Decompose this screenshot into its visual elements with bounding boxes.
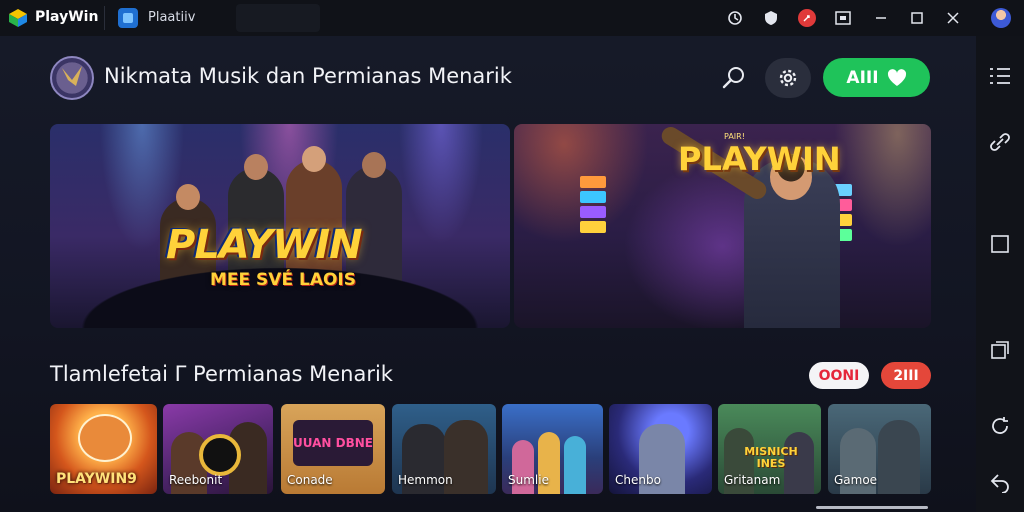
rotate-icon[interactable] — [988, 414, 1012, 438]
card-label: PLAYWIN9 — [56, 471, 137, 487]
filter-pill[interactable]: 2III — [881, 362, 931, 389]
minimize-icon[interactable] — [871, 8, 891, 28]
side-toolbar — [976, 36, 1024, 512]
banner-logo: PLAYWIN — [166, 222, 363, 268]
menu-icon[interactable] — [988, 64, 1012, 88]
card-label: Reebonit — [169, 473, 223, 487]
cta-label: AIII — [846, 67, 879, 88]
app-logo-icon — [9, 9, 27, 27]
settings-button[interactable] — [765, 58, 811, 98]
card-label: Hemmon — [398, 473, 453, 487]
game-card[interactable]: UUAN DBNE Conade — [281, 404, 385, 494]
hero-banner-guitarist[interactable]: PAIR! PLAYWIN — [514, 124, 931, 328]
search-icon[interactable] — [720, 64, 748, 92]
game-card[interactable]: Gamoe — [828, 404, 931, 494]
user-avatar[interactable] — [991, 8, 1011, 28]
window-icon[interactable] — [988, 232, 1012, 256]
screenshot-icon[interactable] — [833, 8, 853, 28]
card-label: Conade — [287, 473, 333, 487]
heart-icon — [887, 68, 906, 86]
card-badge: MISNICH INES — [744, 445, 798, 470]
card-label: Sumlie — [508, 473, 549, 487]
card-label: Chenbo — [615, 473, 661, 487]
game-card[interactable]: PLAYWIN9 — [50, 404, 157, 494]
empty-tab[interactable] — [236, 4, 320, 32]
stage-screens — [580, 176, 606, 236]
tab-divider — [104, 6, 105, 30]
card-badge: UUAN DBNE — [293, 420, 373, 466]
card-label: Gritanam — [724, 473, 781, 487]
page-title: Nikmata Musik dan Permianas Menarik — [104, 64, 512, 88]
banner-subtitle: MEE SVÉ LAOIS — [210, 270, 357, 290]
tab-title[interactable]: Plaatiiv — [148, 10, 195, 25]
back-icon[interactable] — [988, 470, 1012, 494]
section-title: Tlamlefetai Γ Permianas Menarik — [50, 362, 393, 386]
maximize-icon[interactable] — [907, 8, 927, 28]
game-card[interactable]: Hemmon — [392, 404, 496, 494]
record-icon[interactable] — [798, 9, 816, 27]
card-label: Gamoe — [834, 473, 878, 487]
gear-icon — [779, 69, 797, 87]
title-bar: PlayWin Plaatiiv — [0, 0, 1024, 36]
app-name: PlayWin — [35, 9, 99, 25]
layers-icon[interactable] — [988, 338, 1012, 362]
timer-icon[interactable] — [725, 8, 745, 28]
crowd-silhouette — [50, 258, 510, 328]
game-logo-icon — [50, 56, 94, 100]
game-card[interactable]: Chenbo — [609, 404, 712, 494]
tab-app-icon[interactable] — [118, 8, 138, 28]
banner-logo: PLAYWIN — [678, 140, 841, 178]
game-card[interactable]: Reebonit — [163, 404, 273, 494]
shield-icon[interactable] — [761, 8, 781, 28]
filter-pill[interactable]: OONI — [809, 362, 869, 389]
hero-banner-concert[interactable]: PLAYWIN MEE SVÉ LAOIS — [50, 124, 510, 328]
cta-button[interactable]: AIII — [823, 58, 930, 97]
home-indicator[interactable] — [816, 506, 928, 509]
link-icon[interactable] — [988, 130, 1012, 154]
close-icon[interactable] — [943, 8, 963, 28]
game-card[interactable]: Sumlie — [502, 404, 603, 494]
game-card[interactable]: MISNICH INES Gritanam — [718, 404, 821, 494]
